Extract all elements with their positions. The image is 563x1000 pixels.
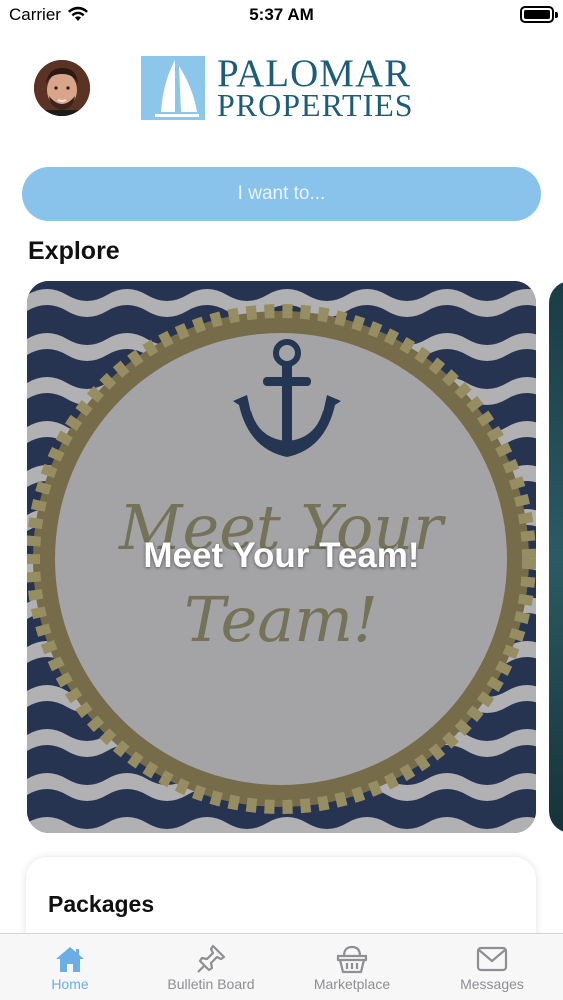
tab-marketplace-label: Marketplace: [313, 976, 391, 992]
battery-icon: [520, 6, 554, 23]
next-explore-card[interactable]: [549, 281, 563, 833]
tab-home-label: Home: [51, 976, 89, 992]
tab-bar: Home Bulletin Board Marketplace Messages: [0, 933, 563, 1000]
explore-section-title: Explore: [28, 237, 120, 265]
packages-title: Packages: [48, 891, 155, 917]
tab-marketplace[interactable]: Marketplace: [282, 934, 422, 1000]
company-logo: PALOMAR PROPERTIES: [141, 54, 431, 122]
battery-tip: [555, 12, 558, 18]
tab-messages-label: Messages: [460, 976, 524, 992]
card-title: Meet Your Team!: [143, 536, 420, 575]
sailboat-logo-icon: [141, 56, 205, 120]
envelope-icon: [476, 946, 508, 972]
home-icon: [56, 947, 84, 972]
i-want-to-button[interactable]: I want to...: [22, 167, 541, 221]
logo-text-properties: PROPERTIES: [217, 87, 414, 123]
tab-bulletin-board-label: Bulletin Board: [167, 976, 255, 992]
explore-card-meet-your-team[interactable]: Meet Your Team! Meet Your Team!: [27, 281, 536, 833]
pushpin-icon: [197, 944, 226, 973]
clock: 5:37 AM: [249, 5, 314, 24]
user-avatar-icon: [34, 60, 90, 116]
tab-messages[interactable]: Messages: [422, 934, 562, 1000]
tab-home[interactable]: Home: [0, 934, 140, 1000]
tab-bulletin-board[interactable]: Bulletin Board: [141, 934, 281, 1000]
profile-avatar[interactable]: [34, 60, 90, 116]
basket-icon: [336, 945, 368, 974]
status-bar: Carrier 5:37 AM: [0, 0, 563, 32]
